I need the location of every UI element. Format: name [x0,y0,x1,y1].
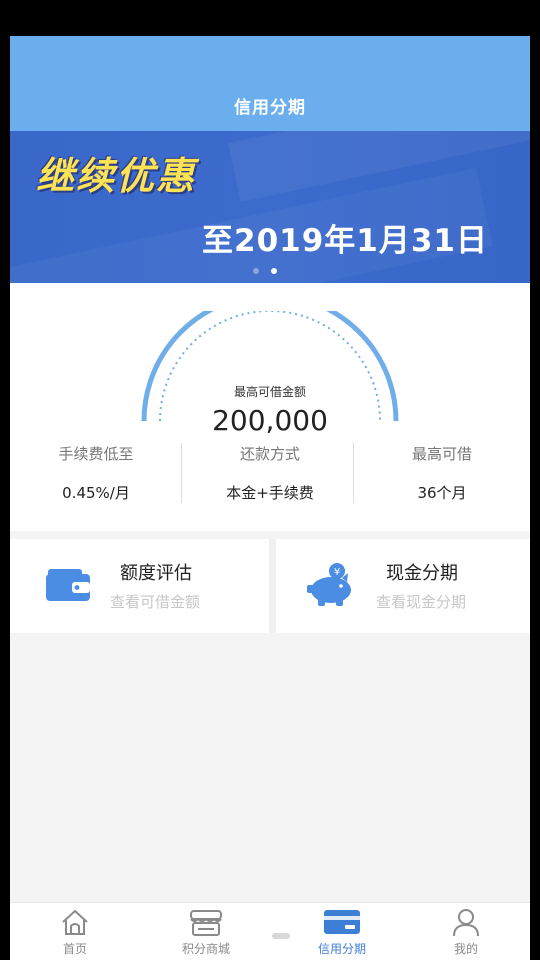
stat-label: 最高可借 [411,445,472,463]
divider [269,539,276,633]
stat-fee: 手续费低至 0.45%/月 [10,437,182,503]
feature-title: 现金分期 [386,563,458,584]
promo-banner[interactable]: 继续优惠 至2019年1月31日 [10,131,530,283]
credit-gauge: 最高可借金额 200,000 [138,292,402,437]
stat-label: 手续费低至 [58,445,134,463]
stat-value: 本金+手续费 [226,484,314,502]
pager-dot-active[interactable] [271,268,277,274]
stat-label: 还款方式 [239,445,300,463]
feature-subtitle: 查看可借金额 [110,593,201,611]
cash-installment-card[interactable]: ¥ 现金分期 查看现金分期 [276,539,530,633]
tab-label: 首页 [62,942,87,956]
bottom-tab-bar: 首页 积分商城 信用分期 我的 [10,902,530,960]
pager-dot[interactable] [253,268,259,274]
credit-summary: 最高可借金额 200,000 手续费低至 0.45%/月 还款方式 本金+手续费… [10,283,530,531]
quota-assessment-card[interactable]: 额度评估 查看可借金额 [10,539,269,633]
max-amount-label: 最高可借金额 [233,385,306,399]
stat-value: 36个月 [417,484,467,502]
home-icon [62,909,88,935]
user-icon [453,909,479,937]
app-screen: 信用分期 继续优惠 至2019年1月31日 最高可借金额 200,000 手续费… [10,36,530,960]
tab-points-mall[interactable]: 积分商城 [146,903,266,960]
feature-cards: 额度评估 查看可借金额 ¥ 现金分期 查看现金分期 [10,539,530,633]
card-icon [324,910,360,934]
tab-label: 信用分期 [317,942,366,956]
wallet-icon [46,569,90,601]
tab-home[interactable]: 首页 [15,903,135,960]
feature-title: 额度评估 [120,563,192,584]
feature-subtitle: 查看现金分期 [376,593,467,611]
tab-credit-installment[interactable]: 信用分期 [282,903,402,960]
store-icon [190,910,222,936]
stat-repayment: 还款方式 本金+手续费 [184,437,356,503]
tab-label: 我的 [453,942,478,956]
top-header: 信用分期 [10,36,530,131]
divider [353,443,354,503]
banner-pager [253,259,289,278]
tab-label: 积分商城 [181,942,230,956]
divider [181,443,182,503]
banner-end-date: 至2019年1月31日 [202,223,488,259]
tab-mine[interactable]: 我的 [406,903,526,960]
stat-value: 0.45%/月 [62,484,130,502]
piggy-bank-icon: ¥ [307,563,351,606]
banner-headline: 继续优惠 [36,153,197,198]
loan-stats: 手续费低至 0.45%/月 还款方式 本金+手续费 最高可借 36个月 [10,437,530,507]
svg-text:¥: ¥ [334,567,340,578]
page-title: 信用分期 [234,98,306,118]
max-amount-value: 200,000 [212,404,328,437]
stat-term: 最高可借 36个月 [356,437,528,503]
